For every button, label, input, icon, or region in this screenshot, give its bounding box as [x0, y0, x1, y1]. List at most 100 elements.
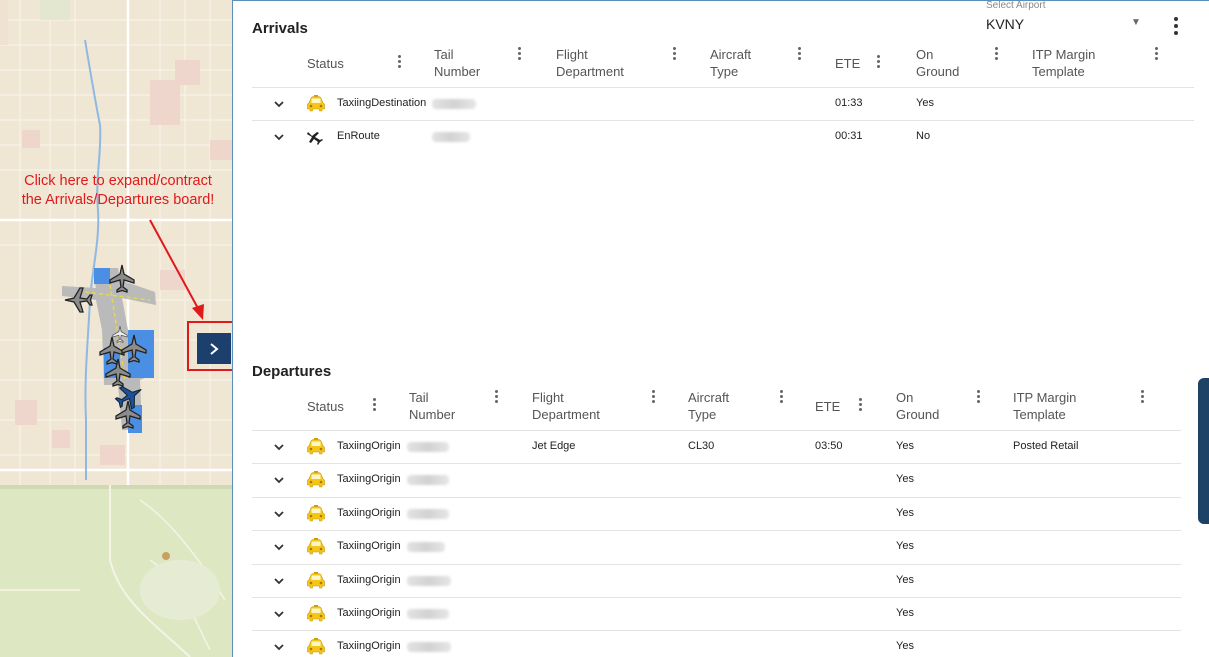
aircraft-marker[interactable]	[64, 287, 93, 313]
departure-header-tail-number[interactable]: Tail Number	[409, 389, 469, 423]
departure-cell-on-ground: Yes	[896, 473, 914, 486]
arrival-cell-ete: 00:31	[835, 130, 863, 142]
departure-cell-status: TaxiingOrigin	[337, 440, 401, 452]
kebab-menu-icon[interactable]	[515, 47, 523, 63]
app-root: Click here to expand/contract the Arriva…	[0, 0, 1209, 657]
map-aircraft-layer	[64, 264, 170, 560]
arrival-cell-on-ground: Yes	[916, 97, 934, 109]
departure-cell-on-ground: Yes	[896, 640, 914, 653]
arrival-row[interactable]: TaxiingDestination 01:33 Yes	[252, 87, 1194, 120]
board-menu-icon[interactable]	[1169, 17, 1183, 39]
arrivals-title: Arrivals	[252, 20, 308, 37]
departure-row[interactable]: TaxiingOrigin Yes	[252, 597, 1181, 630]
chevron-down-icon[interactable]	[272, 540, 286, 554]
departure-cell-status: TaxiingOrigin	[337, 540, 401, 553]
taxi-icon	[306, 571, 326, 590]
chevron-right-icon	[210, 342, 219, 355]
chevron-down-icon[interactable]	[272, 607, 286, 621]
departure-cell-status: TaxiingOrigin	[337, 506, 401, 519]
departure-cell-itp: Posted Retail	[1013, 440, 1079, 452]
caret-down-icon[interactable]: ▼	[1131, 17, 1141, 28]
taxi-icon	[306, 605, 326, 623]
kebab-menu-icon[interactable]	[777, 390, 785, 406]
arrival-cell-tail-number-redacted	[432, 99, 476, 109]
departure-row[interactable]: TaxiingOrigin Jet Edge CL30 03:50 Yes Posted …	[252, 430, 1181, 463]
departure-cell-status: TaxiingOrigin	[337, 473, 401, 486]
departures-title: Departures	[252, 363, 332, 380]
kebab-menu-icon[interactable]	[856, 398, 864, 414]
departure-row[interactable]: TaxiingOrigin Yes	[252, 563, 1181, 597]
expand-board-button[interactable]	[197, 333, 231, 364]
arrival-cell-status: TaxiingDestination	[337, 97, 427, 109]
aircraft-marker[interactable]	[112, 325, 128, 343]
kebab-menu-icon[interactable]	[874, 55, 882, 71]
departure-cell-on-ground: Yes	[896, 440, 914, 452]
taxi-icon	[306, 438, 326, 456]
taxi-icon	[306, 538, 326, 556]
kebab-menu-icon[interactable]	[370, 398, 378, 414]
map-poi-icon	[162, 552, 170, 560]
map-panel[interactable]: Click here to expand/contract the Arriva…	[0, 0, 232, 657]
arrival-header-status[interactable]: Status	[307, 55, 367, 72]
departure-cell-status: TaxiingOrigin	[337, 640, 401, 653]
taxi-icon	[306, 504, 326, 523]
arrivals-departures-board: Select Airport KVNY ▼ Arrivals Status Tai…	[232, 0, 1209, 657]
aircraft-marker[interactable]	[109, 264, 135, 293]
taxi-icon	[306, 471, 326, 489]
kebab-menu-icon[interactable]	[795, 47, 803, 63]
arrival-header-aircraft-type[interactable]: Aircraft Type	[710, 46, 780, 80]
annotation-arrow-icon	[149, 219, 204, 320]
help-annotation-line-2: the Arrivals/Departures board!	[21, 192, 215, 208]
departure-cell-tail-number-redacted	[407, 642, 451, 653]
arrival-cell-on-ground: No	[916, 130, 931, 142]
departure-header-ete[interactable]: ETE	[815, 398, 855, 415]
kebab-menu-icon[interactable]	[670, 47, 678, 63]
departure-cell-tail-number-redacted	[407, 475, 449, 486]
departure-cell-on-ground: Yes	[896, 607, 914, 619]
departure-header-itp[interactable]: ITP Margin Template	[1013, 389, 1123, 423]
kebab-menu-icon[interactable]	[992, 47, 1000, 63]
chevron-down-icon[interactable]	[272, 507, 286, 521]
departure-cell-status: TaxiingOrigin	[337, 607, 401, 619]
chevron-down-icon[interactable]	[272, 574, 286, 588]
departure-cell-flight-department: Jet Edge	[532, 440, 576, 452]
departure-header-status[interactable]: Status	[307, 398, 367, 415]
kebab-menu-icon[interactable]	[1152, 47, 1160, 63]
departure-cell-tail-number-redacted	[407, 542, 445, 553]
departure-header-flight-department[interactable]: Flight Department	[532, 389, 632, 423]
departures-table: Status Tail Number Flight Department Aircra…	[252, 387, 1181, 657]
departure-cell-tail-number-redacted	[407, 609, 449, 619]
arrival-header-itp[interactable]: ITP Margin Template	[1032, 46, 1142, 80]
airport-select-label: Select Airport	[986, 0, 1046, 11]
kebab-menu-icon[interactable]	[974, 390, 982, 406]
help-annotation-line-1: Click here to expand/contract	[24, 173, 212, 189]
departure-row[interactable]: TaxiingOrigin Yes	[252, 630, 1181, 657]
departure-row[interactable]: TaxiingOrigin Yes	[252, 496, 1181, 530]
arrival-row[interactable]: EnRoute 00:31 No	[252, 120, 1194, 153]
arrival-header-ete[interactable]: ETE	[835, 55, 875, 72]
chevron-down-icon[interactable]	[272, 640, 286, 654]
airport-select-value[interactable]: KVNY	[986, 16, 1024, 32]
chevron-down-icon[interactable]	[272, 97, 286, 111]
kebab-menu-icon[interactable]	[395, 55, 403, 71]
departure-row[interactable]: TaxiingOrigin Yes	[252, 530, 1181, 563]
arrival-header-flight-department[interactable]: Flight Department	[556, 46, 656, 80]
arrival-header-tail-number[interactable]: Tail Number	[434, 46, 494, 80]
plane-enroute-icon	[306, 128, 326, 146]
kebab-menu-icon[interactable]	[649, 390, 657, 406]
departure-header-on-ground[interactable]: On Ground	[896, 389, 956, 423]
departure-header-aircraft-type[interactable]: Aircraft Type	[688, 389, 758, 423]
aircraft-marker[interactable]	[121, 334, 147, 363]
arrival-header-on-ground[interactable]: On Ground	[916, 46, 976, 80]
departure-cell-tail-number-redacted	[407, 508, 449, 519]
arrival-cell-tail-number-redacted	[432, 132, 470, 142]
departure-row[interactable]: TaxiingOrigin Yes	[252, 463, 1181, 496]
kebab-menu-icon[interactable]	[492, 390, 500, 406]
chevron-down-icon[interactable]	[272, 473, 286, 487]
chevron-down-icon[interactable]	[272, 440, 286, 454]
scrollbar-thumb[interactable]	[1198, 378, 1209, 524]
departure-cell-on-ground: Yes	[896, 573, 914, 586]
arrivals-table: Status Tail Number Flight Department Aircra…	[252, 44, 1194, 164]
chevron-down-icon[interactable]	[272, 130, 286, 144]
kebab-menu-icon[interactable]	[1138, 390, 1146, 406]
